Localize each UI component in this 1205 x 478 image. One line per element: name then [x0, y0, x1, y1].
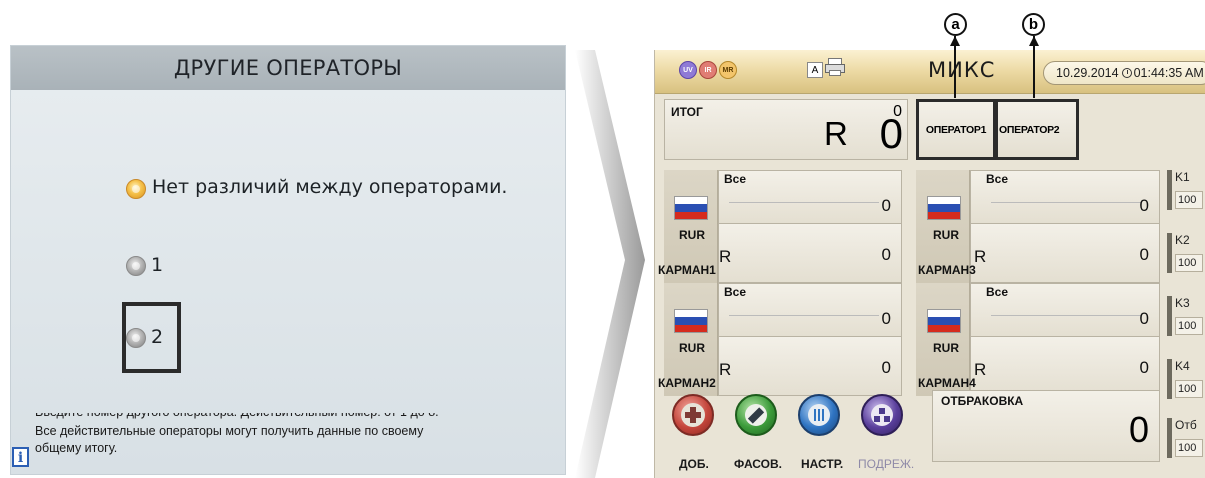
callout-b: b: [1022, 13, 1045, 36]
russia-flag-icon: [674, 309, 708, 333]
highlight-box: [122, 302, 181, 373]
time-text: 01:44:35 AM: [1133, 66, 1204, 80]
settings-button[interactable]: [798, 394, 840, 436]
pocket2-symbol: R: [719, 360, 732, 379]
pocket2-amount-value: 0: [881, 358, 891, 377]
batch-k1-label: K1: [1175, 170, 1190, 184]
operator1-button[interactable]: ОПЕРАТОР1: [916, 99, 996, 160]
total-currency-symbol: R: [824, 115, 848, 152]
other-operators-screen: ДРУГИЕ ОПЕРАТОРЫ Нет различий между опер…: [10, 45, 566, 475]
russia-flag-icon: [674, 196, 708, 220]
pocket2-panel[interactable]: Все 0: [718, 283, 902, 337]
pocket1-count: 0: [881, 196, 891, 215]
callout-a: a: [944, 13, 967, 36]
mode-title: МИКС: [928, 58, 996, 82]
mr-mode-icon[interactable]: MR: [719, 61, 737, 79]
pocket3-amount-value: 0: [1139, 245, 1149, 264]
radio-operator-1[interactable]: [126, 256, 146, 276]
mode-icon: [871, 404, 893, 426]
datetime-display: 10.29.2014 01:44:35 AM: [1043, 61, 1205, 85]
batch-icon: [745, 404, 767, 426]
plus-icon: [681, 403, 705, 427]
batch-k2-label: K2: [1175, 233, 1190, 247]
batch-k1-value: 100: [1175, 191, 1203, 209]
pocket1-symbol: R: [719, 247, 732, 266]
batch-reject-value: 100: [1175, 439, 1203, 457]
batch-k4-value: 100: [1175, 380, 1203, 398]
operator2-button[interactable]: ОПЕРАТОР2: [995, 99, 1079, 160]
reject-panel[interactable]: ОТБРАКОВКА 0: [932, 390, 1160, 462]
pocket4-amount-value: 0: [1139, 358, 1149, 377]
pocket3-count: 0: [1139, 196, 1149, 215]
submode-button[interactable]: [861, 394, 903, 436]
pocket2-denom-label: Все: [724, 285, 747, 299]
info-icon: i: [12, 447, 29, 467]
operator2-label: ОПЕРАТОР2: [999, 124, 1060, 136]
batch-k4[interactable]: K4 100: [1167, 359, 1203, 399]
batch-k3-value: 100: [1175, 317, 1203, 335]
clock-icon: [1121, 68, 1132, 78]
operator1-label: ОПЕРАТОР1: [925, 124, 987, 136]
pocket4-count: 0: [1139, 309, 1149, 328]
pocket1-panel[interactable]: Все 0: [718, 170, 902, 224]
pocket2-count: 0: [881, 309, 891, 328]
settings-icon: [808, 404, 830, 426]
total-panel: ИТОГ 0 R 0: [664, 99, 908, 160]
add-mode-icon[interactable]: A: [807, 62, 823, 78]
screen-title: ДРУГИЕ ОПЕРАТОРЫ: [11, 46, 565, 90]
date-text: 10.29.2014: [1056, 66, 1119, 80]
batch-k3-label: K3: [1175, 296, 1190, 310]
pocket3-denom-label: Все: [986, 172, 1009, 186]
reject-label: ОТБРАКОВКА: [941, 394, 1024, 408]
pocket2-currency: RUR: [679, 341, 705, 355]
submode-button-label: ПОДРЕЖ.: [858, 457, 915, 471]
pocket1-amount[interactable]: R 0: [718, 224, 902, 283]
russia-flag-icon: [927, 196, 961, 220]
total-value: 0: [879, 110, 903, 157]
pocket1-denom-label: Все: [724, 172, 747, 186]
pocket3-amount[interactable]: R 0: [970, 224, 1160, 283]
pocket3-panel[interactable]: Все 0: [970, 170, 1160, 224]
pocket2-name: КАРМАН2: [658, 376, 716, 390]
ir-mode-icon[interactable]: IR: [699, 61, 717, 79]
batch-k3[interactable]: K3 100: [1167, 296, 1203, 336]
printer-icon[interactable]: [825, 58, 845, 76]
batch-k4-label: K4: [1175, 359, 1190, 373]
pocket1-currency: RUR: [679, 228, 705, 242]
batch-reject-label: Отб: [1175, 418, 1197, 432]
pocket4-denom-label: Все: [986, 285, 1009, 299]
settings-button-label: НАСТР.: [801, 457, 844, 471]
pocket3-currency: RUR: [933, 228, 959, 242]
batch-button[interactable]: [735, 394, 777, 436]
pocket2-amount[interactable]: R 0: [718, 337, 902, 396]
pocket4-currency: RUR: [933, 341, 959, 355]
pocket4-name: КАРМАН4: [918, 376, 976, 390]
counting-screen: UV IR MR A МИКС 10.29.2014 01:44:35 AM И…: [654, 50, 1205, 478]
batch-k2[interactable]: K2 100: [1167, 233, 1203, 273]
batch-reject[interactable]: Отб 100: [1167, 418, 1203, 458]
radio-no-difference[interactable]: [126, 179, 146, 199]
info-text: Введите номер другого оператора. Действи…: [11, 413, 565, 474]
batch-button-label: ФАСОВ.: [734, 457, 783, 471]
info-line-1: Введите номер другого оператора. Действи…: [35, 405, 439, 419]
option-operator-1-label: 1: [151, 254, 164, 276]
pocket4-amount[interactable]: R 0: [970, 337, 1160, 396]
pocket1-name: КАРМАН1: [658, 263, 716, 277]
pocket3-name: КАРМАН3: [918, 263, 976, 277]
info-line-2: Все действительные операторы могут получ…: [35, 424, 424, 438]
total-label: ИТОГ: [671, 105, 703, 119]
top-bar: UV IR MR A МИКС 10.29.2014 01:44:35 AM: [655, 50, 1205, 94]
add-button-label: ДОБ.: [679, 457, 709, 471]
arrow-chevron-icon: [575, 50, 645, 478]
batch-k2-value: 100: [1175, 254, 1203, 272]
reject-value: 0: [1128, 409, 1149, 450]
info-line-3: общему итогу.: [35, 441, 118, 455]
russia-flag-icon: [927, 309, 961, 333]
add-button[interactable]: [672, 394, 714, 436]
batch-k1[interactable]: K1 100: [1167, 170, 1203, 210]
pocket4-panel[interactable]: Все 0: [970, 283, 1160, 337]
pocket1-amount-value: 0: [881, 245, 891, 264]
uv-mode-icon[interactable]: UV: [679, 61, 697, 79]
option-no-difference-label: Нет различий между операторами.: [152, 176, 508, 198]
